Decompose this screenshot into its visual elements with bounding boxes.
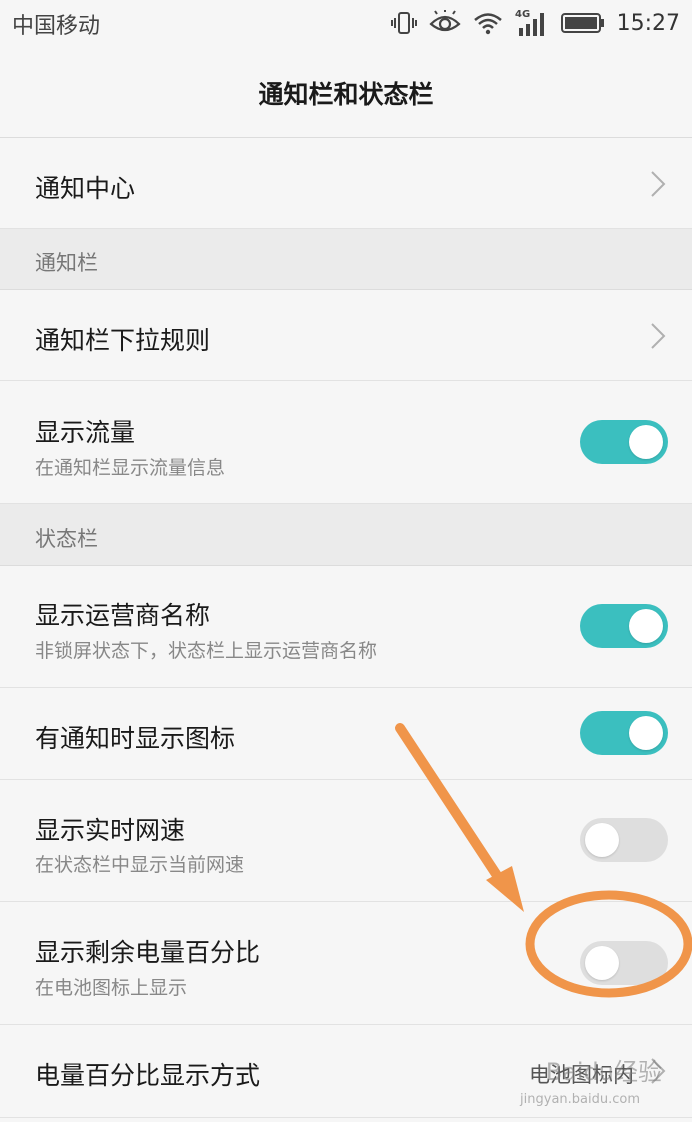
pulldown-rule-label: 通知栏下拉规则 xyxy=(35,326,211,355)
toggle-knob xyxy=(629,425,663,459)
baidu-watermark-url: jingyan.baidu.com xyxy=(520,1092,640,1107)
show-notification-icons-label: 有通知时显示图标 xyxy=(35,724,236,753)
show-battery-percent-row: 显示剩余电量百分比 在电池图标上显示 xyxy=(0,902,692,1025)
clock: 15:27 xyxy=(616,10,680,36)
show-carrier-label: 显示运营商名称 xyxy=(35,601,211,630)
section-header-notification-bar: 通知栏 xyxy=(0,229,692,290)
show-notification-icons-toggle[interactable] xyxy=(580,711,668,755)
toggle-knob xyxy=(629,716,663,750)
page-title: 通知栏和状态栏 xyxy=(258,79,434,109)
status-icons: 4G 15:27 xyxy=(390,6,680,40)
signal-icon: 4G xyxy=(515,9,544,36)
title-bar: 通知栏和状态栏 xyxy=(0,48,692,138)
pulldown-rule-row[interactable]: 通知栏下拉规则 xyxy=(0,290,692,381)
network-type-badge: 4G xyxy=(515,9,530,20)
show-net-speed-label: 显示实时网速 xyxy=(35,816,186,845)
show-traffic-description: 在通知栏显示流量信息 xyxy=(35,457,226,479)
section-header-status-bar: 状态栏 xyxy=(0,504,692,566)
show-net-speed-row: 显示实时网速 在状态栏中显示当前网速 xyxy=(0,780,692,902)
chevron-right-icon xyxy=(651,323,666,349)
section-label: 通知栏 xyxy=(35,251,98,275)
toggle-knob xyxy=(585,823,619,857)
eye-icon xyxy=(428,10,461,32)
show-traffic-label: 显示流量 xyxy=(35,418,136,447)
show-traffic-toggle[interactable] xyxy=(580,420,668,464)
show-traffic-row: 显示流量 在通知栏显示流量信息 xyxy=(0,381,692,504)
section-label: 状态栏 xyxy=(35,527,98,551)
notification-center-row[interactable]: 通知中心 xyxy=(0,139,692,229)
show-carrier-toggle[interactable] xyxy=(580,604,668,648)
wifi-icon xyxy=(473,13,502,35)
show-battery-percent-description: 在电池图标上显示 xyxy=(35,977,188,999)
status-bar: 中国移动 4G 15:27 xyxy=(0,0,692,48)
toggle-knob xyxy=(629,609,663,643)
vibrate-icon xyxy=(390,12,417,34)
baidu-watermark: Baidu经验 xyxy=(545,1058,662,1086)
show-net-speed-toggle[interactable] xyxy=(580,818,668,862)
notification-center-label: 通知中心 xyxy=(35,174,136,203)
show-net-speed-description: 在状态栏中显示当前网速 xyxy=(35,854,245,876)
toggle-knob xyxy=(585,946,619,980)
carrier-name: 中国移动 xyxy=(12,14,101,39)
show-carrier-row: 显示运营商名称 非锁屏状态下，状态栏上显示运营商名称 xyxy=(0,566,692,688)
show-battery-percent-label: 显示剩余电量百分比 xyxy=(35,938,261,967)
battery-percent-mode-label: 电量百分比显示方式 xyxy=(35,1061,261,1090)
show-battery-percent-toggle[interactable] xyxy=(580,941,668,985)
battery-icon xyxy=(560,13,604,33)
chevron-right-icon xyxy=(651,171,666,197)
show-notification-icons-row: 有通知时显示图标 xyxy=(0,688,692,780)
show-carrier-description: 非锁屏状态下，状态栏上显示运营商名称 xyxy=(35,640,378,662)
